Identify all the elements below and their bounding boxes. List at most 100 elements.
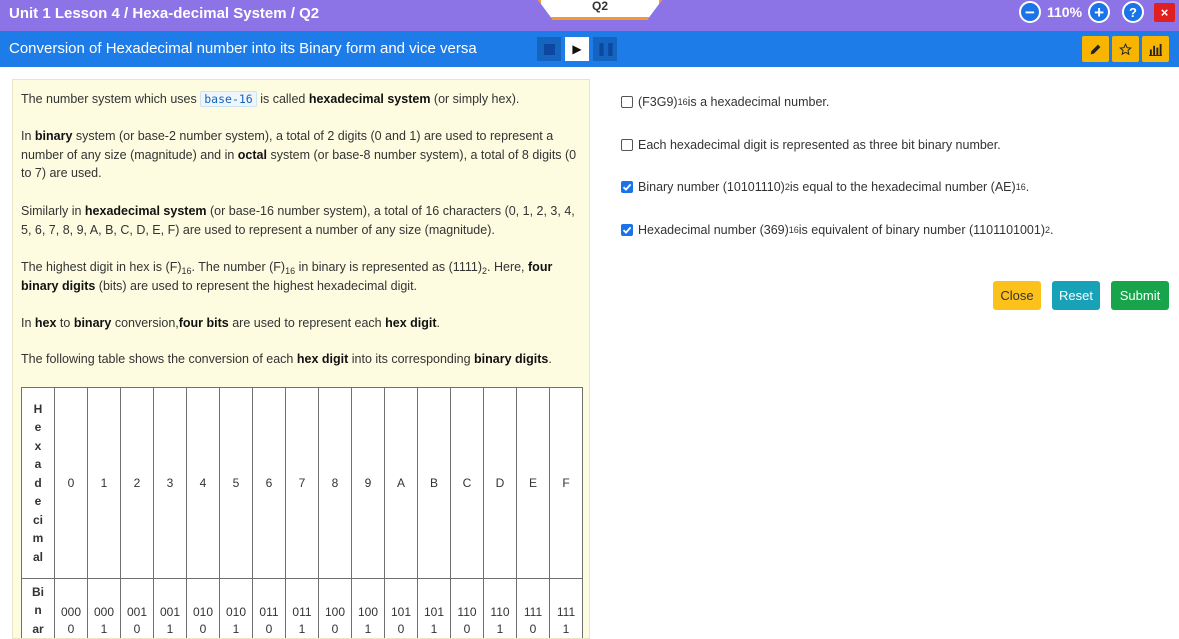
stop-button[interactable]: [537, 37, 561, 61]
submit-button[interactable]: Submit: [1111, 281, 1169, 310]
hexadecimal-header-letter: m: [32, 531, 44, 546]
binary-upper-bits: 010: [192, 605, 214, 619]
tool-buttons: [1082, 36, 1169, 62]
binary-digit-cell: 111 0: [516, 578, 550, 638]
table-row-binary: Bi n ar 000 0 000 1 001 0 001 1 010 0 010 1 011 0 011 1 10…: [21, 578, 583, 638]
media-controls: ▶ ❚❚: [537, 37, 617, 61]
binary-upper-bits: 000: [60, 605, 82, 619]
explanation-panel: The number system which uses base-16 is …: [12, 79, 590, 639]
statistics-button[interactable]: [1142, 36, 1169, 62]
binary-digit-cell: 000 0: [54, 578, 88, 638]
binary-lower-bit: 0: [463, 622, 471, 636]
option-4[interactable]: Hexadecimal number (369) 16 is equivalent…: [621, 223, 1054, 237]
hexadecimal-header-letter: a: [34, 457, 42, 472]
binary-digit-cell: 010 0: [186, 578, 220, 638]
base-16-code: base-16: [200, 91, 257, 107]
hex-digit-cell: C: [450, 387, 484, 579]
option-1[interactable]: (F3G9) 16 is a hexadecimal number.: [621, 95, 829, 109]
checkbox[interactable]: [621, 181, 633, 193]
pause-button[interactable]: ❚❚: [593, 37, 617, 61]
binary-upper-bits: 100: [324, 605, 346, 619]
zoom-in-button[interactable]: +: [1088, 1, 1111, 23]
checkbox[interactable]: [621, 96, 633, 108]
stop-icon: [543, 43, 555, 55]
text: In: [21, 129, 35, 143]
option-2[interactable]: Each hexadecimal digit is represented as…: [621, 138, 1001, 152]
binary-lower-bit: 0: [133, 622, 141, 636]
hexadecimal-header-letter: d: [34, 475, 42, 490]
binary-digit-cell: 011 1: [285, 578, 319, 638]
checkbox[interactable]: [621, 139, 633, 151]
hexadecimal-header-letter: e: [34, 420, 42, 435]
option-text: Each hexadecimal digit is represented as…: [638, 138, 1001, 152]
binary-header-letter: ar: [32, 621, 44, 636]
binary-digit-cell: 011 0: [252, 578, 286, 638]
binary-digit-cell: 100 1: [351, 578, 385, 638]
binary-upper-bits: 101: [390, 605, 412, 619]
bold-text: hex digit: [385, 316, 437, 330]
zoom-controls: − 110% +: [1019, 1, 1111, 23]
binary-digit-cell: 010 1: [219, 578, 253, 638]
plus-icon: +: [1094, 2, 1105, 22]
binary-upper-bits: 111: [523, 605, 543, 619]
checkbox[interactable]: [621, 224, 633, 236]
text: . The number (F): [191, 260, 286, 274]
binary-header-letter: n: [34, 603, 42, 617]
binary-lower-bit: 0: [529, 622, 537, 636]
close-button[interactable]: Close: [993, 281, 1041, 310]
binary-digit-cell: 000 1: [87, 578, 121, 638]
option-3[interactable]: Binary number (10101110) 2 is equal to th…: [621, 180, 1029, 194]
text: The following table shows the conversion…: [21, 352, 297, 366]
hex-digit-cell: 8: [318, 387, 352, 579]
text: The number system which uses: [21, 92, 201, 106]
binary-upper-bits: 110: [490, 605, 510, 619]
star-button[interactable]: [1112, 36, 1139, 62]
zoom-out-button[interactable]: −: [1019, 1, 1041, 23]
zoom-level: 110%: [1047, 4, 1083, 20]
hexadecimal-header-letter: e: [34, 494, 42, 509]
breadcrumb: Unit 1 Lesson 4 / Hexa-decimal System / …: [9, 5, 320, 22]
reset-button[interactable]: Reset: [1052, 281, 1100, 310]
bold-text: octal: [237, 147, 267, 162]
binary-upper-bits: 010: [225, 605, 247, 619]
subscript: 16: [181, 266, 192, 276]
binary-lower-bit: 1: [298, 622, 306, 636]
hexadecimal-header-letter: ci: [32, 512, 43, 527]
hex-digit-cell: 2: [120, 387, 154, 579]
bold-text: hexadecimal system: [308, 92, 431, 106]
bold-text: binary digits: [474, 352, 549, 366]
question-icon: ?: [1129, 4, 1137, 20]
top-bar: Unit 1 Lesson 4 / Hexa-decimal System / …: [0, 0, 1179, 31]
binary-lower-bit: 1: [166, 622, 174, 636]
text: into its corresponding: [348, 352, 475, 366]
pencil-icon: [1090, 44, 1101, 54]
bold-text: hexadecimal system: [84, 204, 207, 218]
binary-upper-bits: 101: [423, 605, 445, 619]
binary-digit-cell: 001 0: [120, 578, 154, 638]
pencil-button[interactable]: [1082, 36, 1109, 62]
hex-digit-cell: B: [417, 387, 451, 579]
hex-digit-cell: 6: [252, 387, 286, 579]
binary-lower-bit: 1: [100, 622, 108, 636]
text: (or simply hex).: [430, 92, 520, 106]
hex-digit-cell: 3: [153, 387, 187, 579]
binary-upper-bits: 100: [357, 605, 379, 619]
binary-upper-bits: 011: [292, 605, 312, 619]
paragraph-intro: The number system which uses base-16 is …: [21, 90, 583, 109]
close-window-button[interactable]: ×: [1154, 3, 1175, 22]
option-text: .: [1050, 223, 1054, 237]
option-text: is equal to the hexadecimal number (AE): [789, 180, 1016, 194]
hex-digit-cell: D: [483, 387, 517, 579]
binary-digit-cell: 110 1: [483, 578, 517, 638]
pause-icon: ❚❚: [596, 41, 616, 56]
page-title: Conversion of Hexadecimal number into it…: [9, 40, 477, 57]
hex-digit-cell: F: [549, 387, 583, 579]
bold-text: hex: [34, 316, 57, 330]
question-tab-label: Q2: [591, 0, 608, 13]
help-button[interactable]: ?: [1122, 1, 1144, 23]
hex-digit-cell: E: [516, 387, 550, 579]
question-tab[interactable]: Q2: [538, 0, 662, 20]
paragraph-highest-digit: The highest digit in hex is (F)16. The n…: [21, 258, 583, 295]
subscript: 16: [285, 266, 296, 276]
play-button[interactable]: ▶: [565, 37, 589, 61]
